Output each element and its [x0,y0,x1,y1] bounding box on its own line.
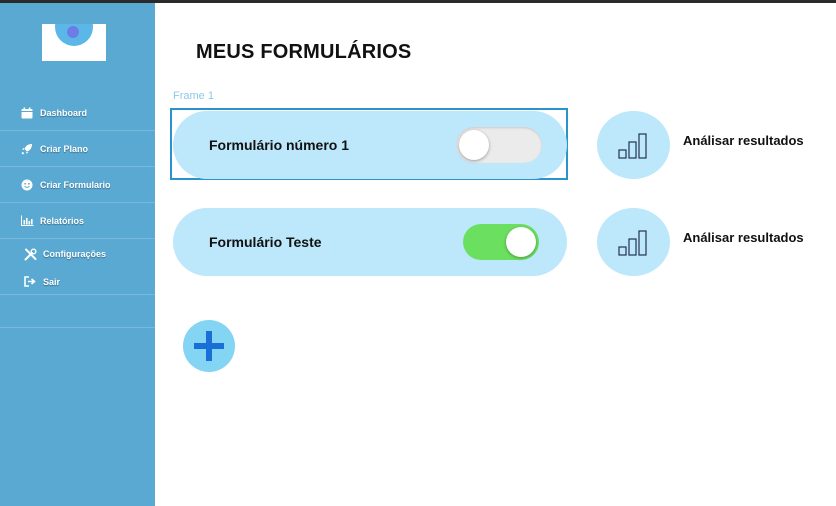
form-name: Formulário número 1 [209,137,350,153]
sign-out-icon [23,275,37,289]
form-name: Formulário Teste [209,234,322,250]
page-title: MEUS FORMULÁRIOS [196,41,412,63]
toggle-knob [459,130,489,160]
toggle-knob [506,227,536,257]
calendar-icon [20,106,34,120]
sidebar-item-label: Criar Plano [40,143,89,154]
frame-label: Frame 1 [173,90,214,102]
add-form-button[interactable] [183,320,235,372]
sidebar-item-label: Sair [43,276,61,287]
analyze-results-button[interactable] [597,208,670,276]
sidebar-item-label: Configurações [43,249,107,259]
bar-chart-icon [617,230,647,256]
sidebar-item-relatorios[interactable]: Relatórios [0,203,155,239]
sidebar: Dashboard Criar Plano Criar Formulario R… [0,3,155,506]
bar-chart-icon [20,214,34,228]
form-enabled-toggle[interactable] [456,127,542,163]
sidebar-item-label: Dashboard [40,107,88,118]
sidebar-item-configuracoes[interactable]: Configurações [0,239,155,269]
analyze-results-button[interactable] [597,111,670,179]
form-card[interactable]: Formulário número 1 [173,111,567,179]
analyze-results-link[interactable]: Análisar resultados [683,133,804,148]
sidebar-item-criar-plano[interactable]: Criar Plano [0,131,155,167]
rocket-icon [20,142,34,156]
form-enabled-toggle[interactable] [463,224,539,260]
bar-chart-icon [617,133,647,159]
sidebar-divider [0,295,155,328]
sidebar-item-label: Relatórios [40,215,85,226]
app-logo [42,24,106,61]
sidebar-item-sair[interactable]: Sair [0,269,155,295]
plus-icon [194,331,224,361]
smiley-icon [20,178,34,192]
tools-icon [23,247,37,261]
sidebar-item-criar-formulario[interactable]: Criar Formulario [0,167,155,203]
logo-dot [67,26,79,38]
form-card[interactable]: Formulário Teste [173,208,567,276]
sidebar-item-dashboard[interactable]: Dashboard [0,95,155,131]
sidebar-item-label: Criar Formulario [40,179,111,190]
sidebar-nav: Dashboard Criar Plano Criar Formulario R… [0,95,155,328]
analyze-results-link[interactable]: Análisar resultados [683,230,804,245]
